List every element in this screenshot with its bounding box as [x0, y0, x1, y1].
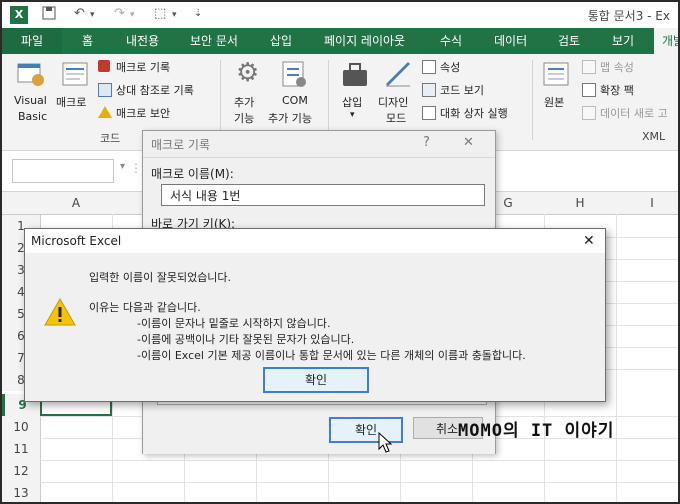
column-header[interactable]: I	[616, 192, 678, 215]
excel-window: X ↶ ▾ ↷ ▾ ⬚ ▾ ⇣ 통합 문서3 - Ex 파일 홈 내전용 보안 …	[0, 0, 680, 504]
visual-basic-icon	[17, 63, 44, 86]
tab-security-doc[interactable]: 보안 문서	[190, 28, 238, 54]
grid-line	[40, 482, 678, 483]
close-icon[interactable]: ✕	[463, 135, 474, 150]
select-objects-icon[interactable]: ⬚	[154, 6, 166, 21]
tab-insert[interactable]: 삽입	[270, 28, 292, 54]
title-bar: X ↶ ▾ ↷ ▾ ⬚ ▾ ⇣ 통합 문서3 - Ex	[2, 2, 678, 28]
com-addin-label-1[interactable]: COM	[282, 94, 308, 107]
insert-control-icon	[343, 63, 367, 86]
design-mode-icon	[386, 62, 410, 87]
macro-name-label: 매크로 이름(M):	[151, 167, 234, 181]
record-macro-dialog-title: 매크로 기록	[151, 138, 211, 152]
com-addin-icon	[282, 61, 306, 87]
warning-icon	[44, 297, 76, 326]
alert-title-bar: Microsoft Excel ✕	[25, 229, 605, 253]
tab-home[interactable]: 홈	[82, 28, 93, 54]
properties-icon	[422, 60, 436, 74]
tab-file[interactable]: 파일	[2, 28, 62, 54]
column-header[interactable]: A	[40, 192, 112, 215]
redo-icon[interactable]: ↷	[114, 6, 125, 21]
view-code-button[interactable]: 코드 보기	[440, 82, 484, 98]
xml-group-label: XML	[642, 130, 666, 143]
ribbon-separator	[532, 60, 533, 140]
tab-developer[interactable]: 개발	[654, 28, 678, 54]
mouse-cursor-icon	[378, 432, 393, 453]
record-macro-icon	[98, 60, 110, 72]
error-alert-dialog: Microsoft Excel ✕ 입력한 이름이 잘못되었습니다. 이유는 다…	[24, 228, 606, 402]
expansion-pack-button[interactable]: 확장 팩	[600, 82, 634, 98]
formula-bar-dots-icon: ⋮	[130, 161, 142, 175]
insert-control-button[interactable]: 삽입	[342, 94, 362, 110]
addin-label-1[interactable]: 추가	[234, 94, 254, 110]
ribbon-tabs: 파일 홈 내전용 보안 문서 삽입 페이지 레이아웃 수식 데이터 검토 보기 …	[2, 28, 678, 54]
com-addin-label-2[interactable]: 추가 기능	[268, 110, 312, 126]
macro-security-icon	[98, 106, 112, 118]
run-dialog-icon	[422, 106, 436, 120]
row-header[interactable]: 12	[2, 460, 41, 482]
ribbon-separator	[328, 60, 329, 140]
watermark: MOMO의 IT 이야기	[458, 421, 615, 441]
tab-data[interactable]: 데이터	[494, 28, 527, 54]
row-header[interactable]: 10	[2, 416, 41, 438]
macro-name-input[interactable]: 서식 내용 1번	[161, 184, 485, 206]
alert-close-icon[interactable]: ✕	[583, 233, 595, 249]
alert-reason-item: -이름이 Excel 기본 제공 이름이나 통합 문서에 있는 다른 개체의 이…	[137, 349, 526, 362]
map-properties-icon	[582, 60, 596, 74]
alert-reason-item: -이름에 공백이나 기타 잘못된 문자가 있습니다.	[137, 333, 355, 346]
code-group-label: 코드	[100, 132, 121, 145]
name-box-dropdown-icon[interactable]: ▾	[120, 161, 125, 172]
macro-icon	[62, 62, 88, 86]
excel-app-icon: X	[10, 6, 28, 24]
design-mode-label-1[interactable]: 디자인	[378, 94, 408, 110]
addin-gear-icon: ⚙	[236, 58, 260, 88]
properties-button[interactable]: 속성	[440, 59, 460, 75]
save-icon[interactable]	[42, 6, 56, 24]
select-dropdown-icon[interactable]: ▾	[172, 10, 177, 20]
alert-ok-button[interactable]: 확인	[263, 367, 369, 393]
expansion-pack-icon	[582, 83, 596, 97]
visual-basic-label-1[interactable]: Visual	[14, 94, 47, 107]
select-all-corner[interactable]	[2, 192, 40, 215]
relative-reference-icon	[98, 83, 112, 97]
run-dialog-button[interactable]: 대화 상자 실행	[440, 105, 508, 121]
design-mode-label-2[interactable]: 모드	[386, 110, 406, 126]
record-macro-button[interactable]: 매크로 기록	[116, 59, 170, 75]
customize-qat-icon[interactable]: ⇣	[194, 8, 202, 19]
grid-line	[40, 460, 678, 461]
alert-message-reason: 이유는 다음과 같습니다.	[89, 301, 201, 314]
name-box[interactable]	[12, 159, 114, 183]
xml-source-button[interactable]: 원본	[544, 94, 564, 110]
window-title: 통합 문서3 - Ex	[587, 9, 670, 23]
undo-dropdown-icon[interactable]: ▾	[90, 10, 95, 20]
alert-message-main: 입력한 이름이 잘못되었습니다.	[89, 271, 232, 284]
row-header[interactable]: 13	[2, 482, 41, 502]
tab-page-layout[interactable]: 페이지 레이아웃	[324, 28, 405, 54]
macro-security-button[interactable]: 매크로 보안	[116, 105, 170, 121]
grid-line	[616, 214, 617, 502]
alert-title: Microsoft Excel	[31, 234, 122, 248]
redo-dropdown-icon[interactable]: ▾	[130, 10, 135, 20]
relative-reference-button[interactable]: 상대 참조로 기록	[116, 82, 194, 98]
undo-icon[interactable]: ↶	[74, 6, 85, 21]
macro-button[interactable]: 매크로	[56, 94, 86, 110]
column-header[interactable]: H	[544, 192, 616, 215]
addin-label-2[interactable]: 기능	[234, 110, 254, 126]
view-code-icon	[422, 83, 436, 97]
refresh-data-button[interactable]: 데이터 새로 고	[600, 105, 668, 121]
ribbon-separator	[220, 60, 221, 140]
tab-view[interactable]: 보기	[612, 28, 634, 54]
tab-formulas[interactable]: 수식	[440, 28, 462, 54]
help-icon[interactable]: ?	[423, 135, 430, 150]
refresh-data-icon	[582, 106, 596, 120]
xml-source-icon	[543, 62, 569, 86]
tab-personal[interactable]: 내전용	[126, 28, 159, 54]
visual-basic-label-2[interactable]: Basic	[18, 110, 47, 123]
insert-dropdown-icon[interactable]: ▾	[350, 110, 355, 120]
row-header[interactable]: 11	[2, 438, 41, 460]
tab-review[interactable]: 검토	[558, 28, 580, 54]
alert-body: 입력한 이름이 잘못되었습니다. 이유는 다음과 같습니다. -이름이 문자나 …	[25, 253, 605, 401]
map-properties-button[interactable]: 맵 속성	[600, 59, 634, 75]
alert-reason-item: -이름이 문자나 밑줄로 시작하지 않습니다.	[137, 317, 331, 330]
